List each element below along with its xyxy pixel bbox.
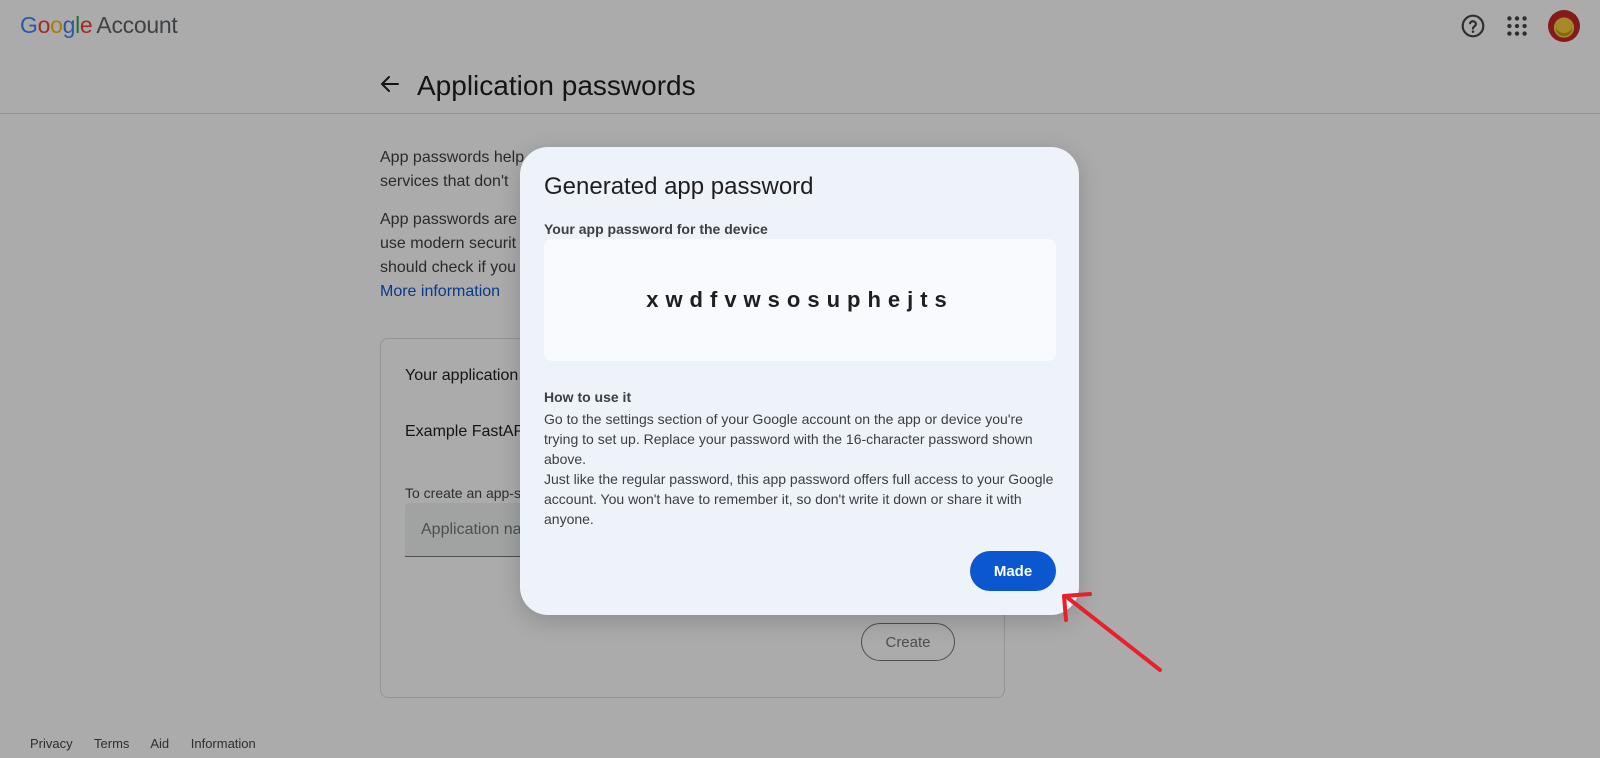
how-to-title: How to use it	[544, 389, 632, 405]
dialog-subtitle: Your app password for the device	[544, 221, 768, 237]
dialog-title: Generated app password	[544, 173, 814, 200]
how-to-body: Go to the settings section of your Googl…	[544, 409, 1054, 529]
how-to-paragraph-1: Go to the settings section of your Googl…	[544, 411, 1033, 467]
annotation-arrow-icon	[1062, 592, 1162, 672]
generated-password[interactable]: xwdfvwsosuphejts	[646, 287, 954, 313]
password-box: xwdfvwsosuphejts	[544, 239, 1056, 361]
done-button[interactable]: Made	[970, 551, 1056, 591]
how-to-paragraph-2: Just like the regular password, this app…	[544, 471, 1054, 527]
generated-password-dialog: Generated app password Your app password…	[520, 147, 1079, 615]
